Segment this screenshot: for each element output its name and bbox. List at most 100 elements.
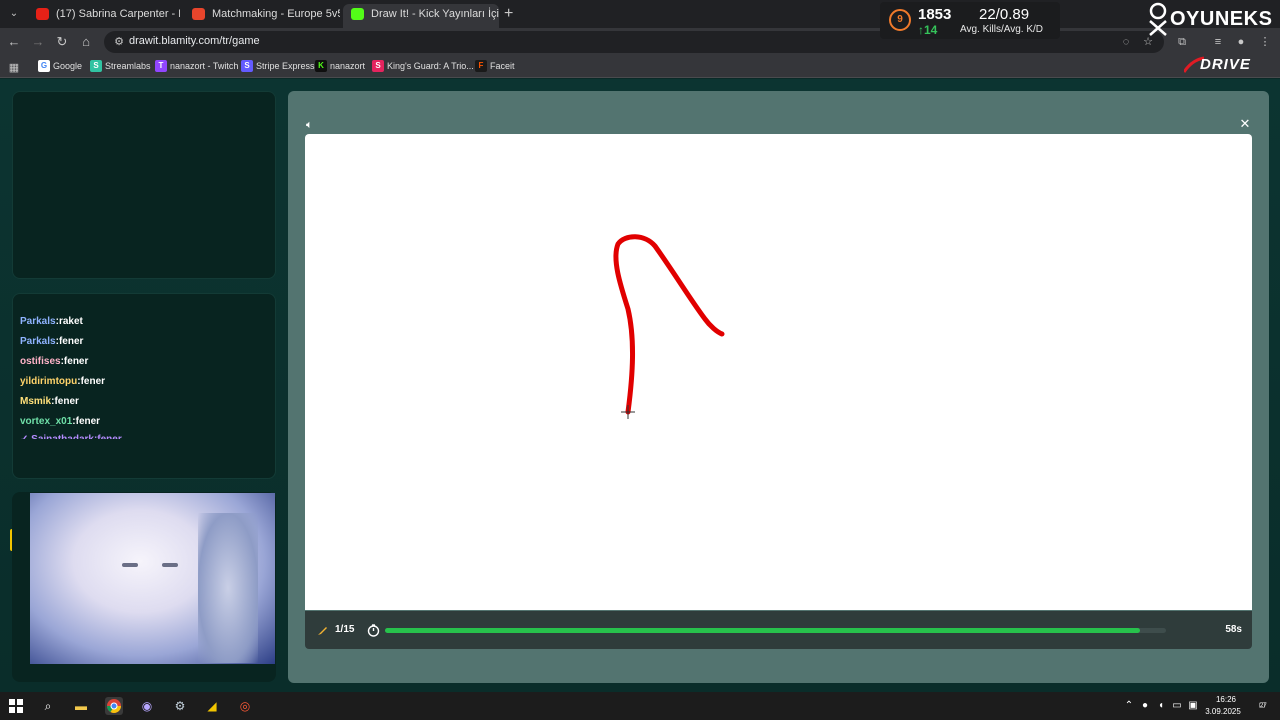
chat-username: ostifises bbox=[20, 356, 61, 367]
bookmark-google[interactable]: G Google bbox=[38, 60, 82, 72]
volume-icon[interactable]: ◖ bbox=[1155, 700, 1167, 712]
bookmark-streamlabs[interactable]: S Streamlabs bbox=[90, 60, 151, 72]
faceit-app-icon[interactable]: ◎ bbox=[236, 697, 254, 715]
chat-text: raket bbox=[58, 316, 83, 327]
time-progress-fill bbox=[385, 628, 1140, 633]
chat-message: Parkals:raket bbox=[20, 316, 83, 327]
drive-logo: DRIVE bbox=[1182, 56, 1274, 74]
bookmark-twitch[interactable]: Tnanazort - Twitch bbox=[155, 60, 238, 72]
drawit-game-panel: 🔈︎ ✕ 1/15 58s bbox=[288, 91, 1269, 683]
youtube-favicon-icon bbox=[36, 8, 49, 20]
drawn-stroke bbox=[613, 234, 725, 415]
address-bar: ← → ↻ ⌂ ⚙ drawit.blamity.com/tr/game ◌ ☆… bbox=[0, 28, 1280, 56]
drawing-canvas[interactable] bbox=[305, 134, 1252, 610]
oyuneks-mascot-icon bbox=[1149, 2, 1167, 36]
oyuneks-logo-text: OYUNEKS bbox=[1170, 8, 1273, 30]
faceit-favicon-icon bbox=[192, 8, 205, 20]
clock-date[interactable]: 3.09.2025 bbox=[1200, 707, 1246, 716]
bookmark-star-icon[interactable]: ☆ bbox=[1141, 35, 1155, 49]
round-counter: 1/15 bbox=[335, 624, 355, 635]
faceit-stats-overlay: 9 1853 ↑14 22/0.89 Avg. Kills/Avg. K/D bbox=[880, 2, 1060, 39]
file-explorer-icon[interactable]: ▬ bbox=[72, 697, 90, 715]
chat-message: Parkals:fener bbox=[20, 336, 84, 347]
chat-username: Msmik bbox=[20, 396, 52, 407]
page-body: Parkals:raket Parkals:fener ostifises:fe… bbox=[0, 79, 1280, 692]
bookmark-label: Google bbox=[53, 61, 83, 71]
chat-message: ostifises:fener bbox=[20, 356, 89, 367]
chat-message-partial: ✓ Sainathadark:fener bbox=[20, 434, 122, 439]
twitch-icon: T bbox=[155, 60, 167, 72]
bookmark-label: Faceit bbox=[490, 61, 515, 71]
tray-chevron-icon[interactable]: ⌃ bbox=[1123, 700, 1135, 712]
kills-kd-label: Avg. Kills/Avg. K/D bbox=[960, 24, 1043, 35]
microphone-icon[interactable]: ● bbox=[1139, 700, 1151, 712]
network-icon[interactable]: ▣ bbox=[1187, 700, 1199, 712]
level-badge: 9 bbox=[889, 9, 911, 31]
windows-start-icon[interactable] bbox=[7, 697, 25, 715]
chat-text: fener bbox=[54, 396, 79, 407]
clock-time[interactable]: 16:26 bbox=[1206, 695, 1246, 704]
faceit-icon: F bbox=[475, 60, 487, 72]
tab-bar: ⌄ (17) Sabrina Carpenter - M... Matchmak… bbox=[0, 0, 1280, 28]
bookmark-label: nanazort bbox=[330, 61, 366, 71]
eye-off-icon[interactable]: ◌ bbox=[1119, 35, 1133, 49]
drawing-svg bbox=[613, 234, 725, 419]
tab-drawit[interactable]: Draw It! - Kick Yayınları İçin Çiz... bbox=[343, 4, 499, 28]
forward-icon[interactable]: → bbox=[30, 34, 46, 50]
stripe-icon: S bbox=[241, 60, 253, 72]
site-info-icon[interactable]: ⚙ bbox=[112, 35, 126, 49]
tab-search-icon[interactable]: ⌄ bbox=[6, 6, 22, 22]
kings-guard-icon: S bbox=[372, 60, 384, 72]
url-text[interactable]: drawit.blamity.com/tr/game bbox=[129, 35, 260, 47]
profile-icon[interactable]: ● bbox=[1234, 35, 1248, 49]
drive-logo-text: DRIVE bbox=[1200, 56, 1251, 73]
tab-title: Matchmaking - Europe 5v5 Qu... bbox=[212, 8, 340, 20]
webcam-hair bbox=[198, 513, 258, 663]
game-status-bar: 1/15 58s bbox=[305, 611, 1252, 649]
menu-icon[interactable]: ⋮ bbox=[1258, 35, 1272, 49]
chat-username: Parkals bbox=[20, 316, 56, 327]
bookmark-stripe[interactable]: S Stripe Express bbox=[241, 60, 315, 72]
close-icon[interactable]: ✕ bbox=[1239, 117, 1251, 130]
extensions-icon[interactable]: ⧉ bbox=[1175, 35, 1189, 49]
pencil-icon bbox=[318, 627, 327, 635]
bookmark-kings-guard[interactable]: S King's Guard: A Trio... bbox=[372, 60, 474, 72]
media-icon[interactable]: ≡ bbox=[1211, 35, 1225, 49]
time-progress-track bbox=[385, 628, 1166, 633]
time-left: 58s bbox=[1225, 624, 1242, 635]
tab-title: (17) Sabrina Carpenter - M... bbox=[56, 8, 180, 20]
steam-icon[interactable]: ⚙ bbox=[171, 697, 189, 715]
drawit-favicon-icon bbox=[351, 8, 364, 20]
reload-icon[interactable]: ↻ bbox=[54, 34, 70, 50]
tab-title: Draw It! - Kick Yayınları İçin Çiz... bbox=[371, 8, 499, 20]
bookmarks-bar: ▦ G Google S Streamlabs Tnanazort - Twitch… bbox=[0, 56, 1280, 78]
chat-text: fener bbox=[75, 416, 101, 427]
webcam-eye bbox=[162, 563, 178, 567]
chrome-icon[interactable] bbox=[105, 697, 123, 715]
bookmark-label: Streamlabs bbox=[105, 61, 151, 71]
chat-message: Msmik:fener bbox=[20, 396, 79, 407]
new-tab-button[interactable]: + bbox=[504, 4, 513, 24]
chat-text: fener bbox=[58, 336, 84, 347]
home-icon[interactable]: ⌂ bbox=[78, 34, 94, 50]
search-icon[interactable]: ⌕ bbox=[39, 697, 57, 715]
discord-icon[interactable]: ◉ bbox=[138, 697, 156, 715]
sound-icon[interactable]: 🔈︎ bbox=[306, 119, 318, 131]
crosshair-cursor-icon bbox=[621, 405, 635, 419]
app-icon[interactable]: ◢ bbox=[203, 697, 221, 715]
bookmark-faceit[interactable]: F Faceit bbox=[475, 60, 515, 72]
webcam-feed bbox=[30, 493, 275, 664]
chat-message: yildirimtopu:fener bbox=[20, 376, 106, 387]
display-icon[interactable]: ▭ bbox=[1171, 700, 1183, 712]
notification-icon[interactable]: ▢ 27 bbox=[1254, 699, 1270, 713]
bookmark-kick[interactable]: Knanazort bbox=[315, 60, 365, 72]
tab-faceit[interactable]: Matchmaking - Europe 5v5 Qu... bbox=[184, 4, 340, 28]
bookmark-label: nanazort - Twitch bbox=[170, 61, 239, 71]
bookmark-label: Stripe Express bbox=[256, 61, 315, 71]
back-icon[interactable]: ← bbox=[6, 34, 22, 50]
notification-count: 27 bbox=[1260, 703, 1267, 709]
tab-youtube[interactable]: (17) Sabrina Carpenter - M... bbox=[28, 4, 180, 28]
apps-grid-icon[interactable]: ▦ bbox=[6, 60, 22, 76]
elo-change: ↑14 bbox=[918, 23, 938, 37]
chat-username: yildirimtopu bbox=[20, 376, 78, 387]
